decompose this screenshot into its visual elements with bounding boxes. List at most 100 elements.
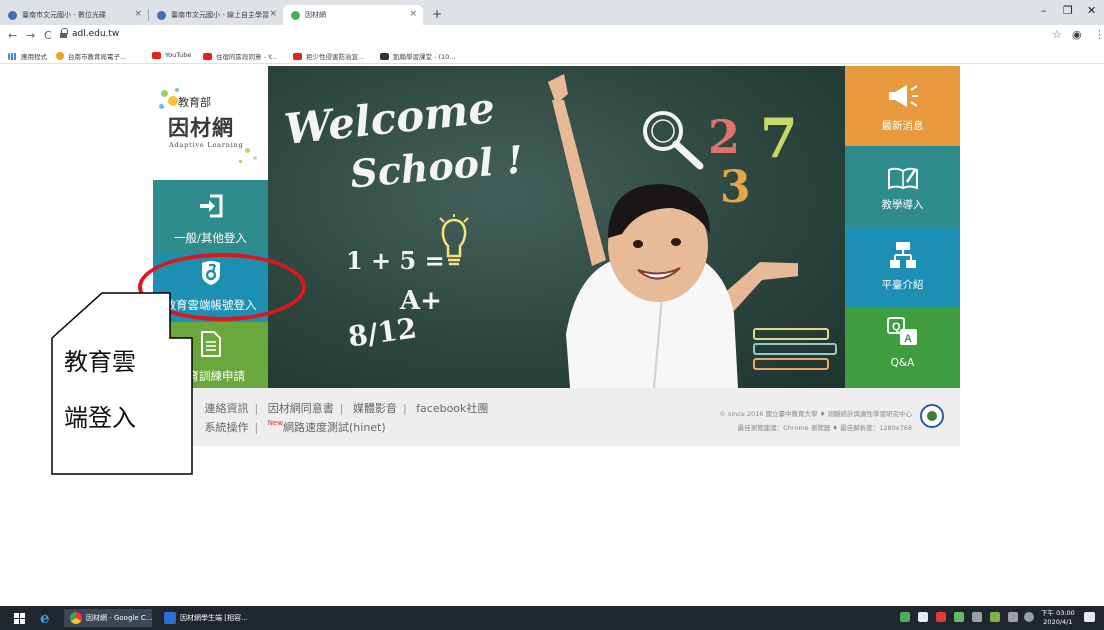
bookmark-junyi[interactable]: 凱翰學習課堂 - (10... [380, 51, 455, 61]
site-favicon-icon [291, 10, 300, 20]
new-tab-button[interactable]: + [432, 7, 442, 21]
teaching-button[interactable]: 教學導入 [845, 146, 960, 227]
tray-app-icon[interactable] [990, 612, 1000, 622]
speed-test-link[interactable]: 網路速度測試(hinet) [283, 421, 386, 434]
bookmark-star-icon[interactable]: ☆ [1052, 28, 1062, 41]
screen: 臺南市文元國小 - 數位光碟 × 臺南市文元國小 - 線上自主學習 × 因材網 … [0, 0, 1104, 630]
general-login-label: 一般/其他登入 [174, 231, 247, 245]
speaker-icon[interactable] [972, 612, 982, 622]
browser-note-text: 最佳瀏覽建議：Chrome 瀏覽器 ♦ 最佳解析度：1280x768 [737, 424, 912, 432]
profile-icon[interactable]: ◉ [1072, 28, 1082, 41]
bookmark-youtube[interactable]: YouTube [152, 51, 191, 59]
tab-adaptive-learning[interactable]: 因材網 × [283, 5, 423, 25]
tray-app-icon[interactable] [918, 612, 928, 622]
clock-date: 2020/4/1 [1043, 618, 1073, 626]
logo-english-text: Adaptive Learning [169, 141, 244, 149]
reload-icon[interactable]: C [44, 29, 52, 42]
close-tab-icon[interactable]: × [134, 9, 142, 19]
address-bar[interactable]: adl.edu.tw [72, 29, 119, 39]
hero-date-text: 8/12 [346, 311, 419, 354]
restore-icon[interactable]: ❐ [1063, 4, 1073, 17]
bookmark-label: 應用程式 [21, 53, 47, 61]
tray-app-icon[interactable] [1024, 612, 1034, 622]
svg-text:Q: Q [892, 321, 901, 333]
tray-app-icon[interactable] [954, 612, 964, 622]
megaphone-icon [889, 85, 918, 107]
close-tab-icon[interactable]: × [409, 9, 417, 19]
taskbar-chrome-item[interactable]: 因材網 - Google C... [64, 609, 152, 627]
close-window-icon[interactable]: ✕ [1087, 4, 1096, 17]
forward-icon[interactable]: → [26, 29, 35, 42]
bookmark-apps[interactable]: 應用程式 [8, 51, 47, 61]
hero-banner: Welcome School ! 2 7 3 1 + 5 = A+ 8/12 [268, 66, 845, 388]
windows-taskbar: e 因材網 - Google C... 因材網學生端 [相容... 下午 03:… [0, 606, 1104, 630]
ntcu-emblem-icon [920, 404, 944, 428]
annotation-callout: 教育雲 端登入 [36, 292, 226, 475]
tab-digital-disc[interactable]: 臺南市文元國小 - 數位光碟 × [0, 5, 148, 25]
callout-line2: 端登入 [64, 404, 136, 432]
bookmark-label: YouTube [165, 51, 192, 59]
facebook-link[interactable]: facebook社團 [416, 402, 488, 415]
apps-grid-icon [8, 52, 17, 60]
tab-strip: 臺南市文元國小 - 數位光碟 × 臺南市文元國小 - 線上自主學習 × 因材網 … [0, 0, 1104, 25]
chrome-icon [70, 612, 82, 624]
browser-toolbar: ← → C adl.edu.tw ☆ ◉ ⋮ [0, 25, 1104, 47]
logo-ministry-text: 教育部 [178, 96, 211, 109]
boy-photo [548, 74, 798, 388]
bookmark-label: 台南市教育局電子... [68, 53, 127, 61]
clock-time: 下午 03:00 [1041, 609, 1075, 617]
login-arrow-icon [200, 194, 223, 218]
minimize-icon[interactable]: – [1041, 4, 1047, 17]
svg-text:A: A [904, 333, 912, 345]
tab-label: 臺南市文元國小 - 數位光碟 [22, 11, 106, 19]
close-tab-icon[interactable]: × [269, 9, 277, 19]
menu-kebab-icon[interactable]: ⋮ [1094, 28, 1104, 41]
book-pen-icon [888, 167, 918, 190]
bookmark-label: 凱翰學習課堂 - (10... [393, 53, 456, 61]
lightbulb-icon [439, 214, 469, 266]
youtube-icon [152, 51, 161, 59]
network-icon[interactable] [1008, 612, 1018, 622]
back-icon[interactable]: ← [8, 29, 17, 42]
ie-icon[interactable]: e [40, 609, 50, 627]
hero-equation-text: 1 + 5 = [346, 246, 445, 275]
tab-label: 臺南市文元國小 - 線上自主學習 [171, 11, 269, 19]
bookmark-consent-video[interactable]: 住宿的區段同意 - Y... [203, 51, 277, 61]
bookmark-label: 拒少性侵害防治宣... [306, 53, 365, 61]
site-footer: 我們 連絡資訊| 因材網同意書| 媒體影音| facebook社團 資訊 系統操… [153, 388, 960, 446]
taskbar-item-label: 因材網 - Google C... [86, 614, 153, 622]
youtube-icon [293, 52, 302, 60]
sitemap-icon [890, 242, 916, 268]
tab-online-learning[interactable]: 臺南市文元國小 - 線上自主學習 × [149, 5, 283, 25]
logo-title-text: 因材網 [168, 115, 234, 140]
bookmark-prevention[interactable]: 拒少性侵害防治宣... [293, 51, 364, 61]
qa-label: Q&A [890, 357, 915, 369]
consent-link[interactable]: 因材網同意書 [268, 402, 334, 415]
taskbar-item-label: 因材網學生端 [相容... [180, 614, 248, 622]
teaching-label: 教學導入 [881, 199, 924, 211]
bookmark-label: 住宿的區段同意 - Y... [216, 53, 277, 61]
tray-app-icon[interactable] [900, 612, 910, 622]
tab-label: 因材網 [305, 11, 326, 19]
site-favicon-icon [157, 10, 166, 20]
site-logo[interactable]: 教育部 因材網 Adaptive Learning [153, 66, 268, 180]
platform-button[interactable]: 平臺介紹 [845, 227, 960, 307]
taskbar-clock[interactable]: 下午 03:00 2020/4/1 [1041, 609, 1075, 627]
platform-label: 平臺介紹 [881, 279, 924, 291]
app-window-icon [164, 612, 176, 624]
news-button[interactable]: 最新消息 [845, 66, 960, 146]
new-badge: New [267, 419, 283, 427]
junyi-icon [380, 52, 389, 60]
lock-icon [60, 28, 68, 39]
taskbar-app-item[interactable]: 因材網學生端 [相容... [158, 609, 250, 627]
general-login-button[interactable]: 一般/其他登入 [153, 180, 268, 254]
windows-start-icon[interactable] [14, 613, 25, 624]
news-label: 最新消息 [881, 120, 924, 132]
tray-app-icon[interactable] [936, 612, 946, 622]
copyright-text: © since 2016 國立臺中教育大學 ♦ 測驗統計與適性學習研究中心 [719, 410, 912, 418]
media-link[interactable]: 媒體影音 [353, 402, 397, 415]
qa-button[interactable]: Q A Q&A [845, 307, 960, 388]
notification-icon[interactable] [1084, 612, 1095, 622]
bookmark-tainan-edu[interactable]: 台南市教育局電子... [56, 51, 126, 61]
tainan-edu-icon [56, 52, 64, 60]
